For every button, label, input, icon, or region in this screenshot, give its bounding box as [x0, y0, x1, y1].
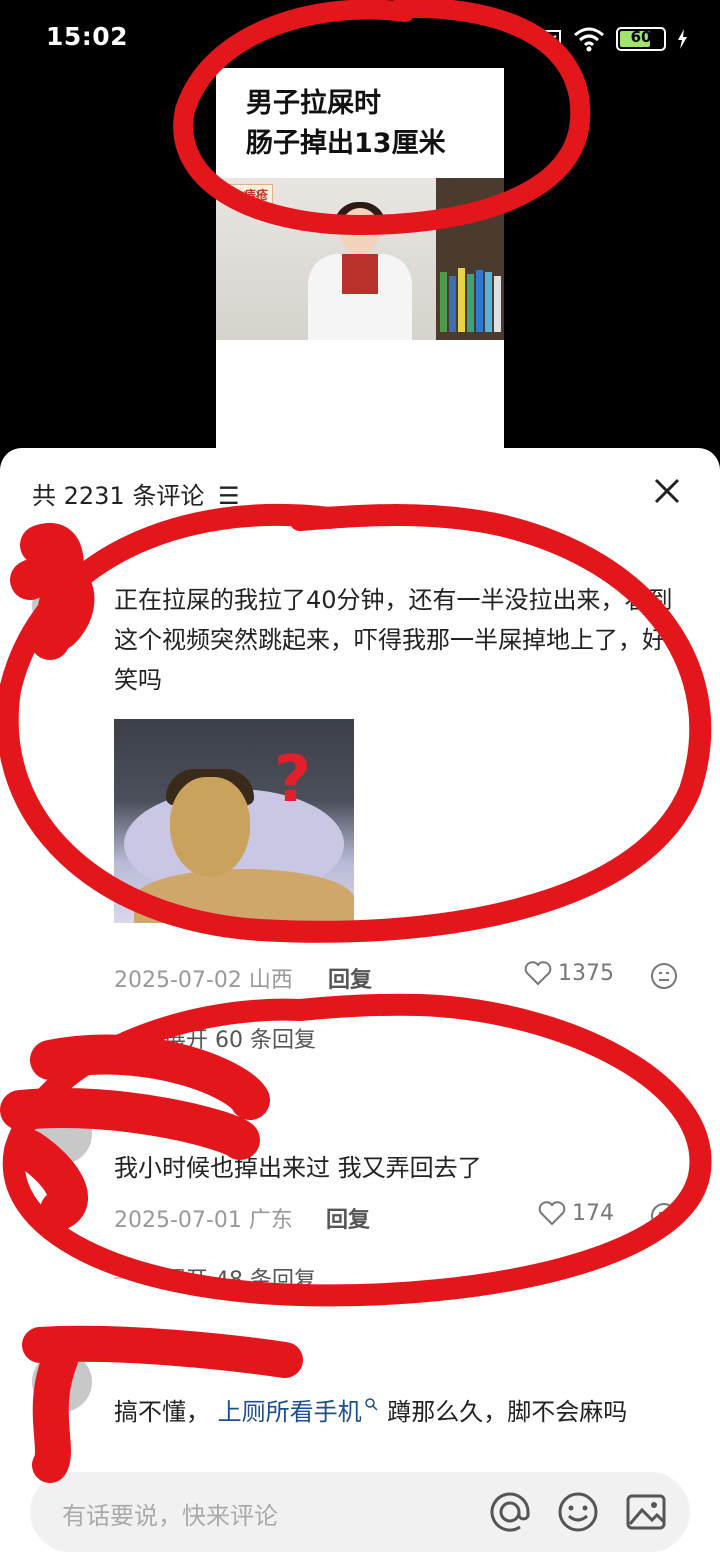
comment-text: 我小时候也掉出来过 我又弄回去了	[114, 1154, 482, 1182]
at-icon[interactable]	[488, 1490, 532, 1534]
comment-date: 2025-07-02	[114, 968, 242, 993]
comment-meta: 2025-07-01 广东	[114, 1202, 293, 1234]
video-title: 男子拉屎时 肠子掉出13厘米	[246, 84, 446, 164]
close-icon[interactable]	[650, 474, 684, 508]
comment-text: 搞不懂， 上厕所看手机 蹲那么久，脚不会麻吗	[114, 1392, 684, 1432]
screen-record-icon	[541, 30, 561, 48]
video-thumbnail[interactable]: 1.痔疮	[216, 178, 504, 340]
presenter	[340, 208, 380, 254]
comment-text-before: 搞不懂，	[114, 1398, 210, 1426]
bookshelf	[436, 178, 504, 340]
comment-meta: 2025-07-02 山西	[114, 962, 293, 994]
like-button[interactable]: 1375	[524, 960, 614, 986]
heart-icon	[538, 1201, 566, 1226]
expand-replies[interactable]: 展开 48 条回复	[114, 1262, 316, 1294]
comment-date: 2025-07-01	[114, 1208, 242, 1233]
emoji-icon[interactable]	[556, 1490, 600, 1534]
heart-icon	[524, 961, 552, 986]
image-icon[interactable]	[624, 1490, 668, 1534]
expand-label: 展开 60 条回复	[164, 1028, 316, 1053]
reply-button[interactable]: 回复	[326, 1202, 370, 1234]
comment-location: 广东	[248, 1208, 293, 1233]
video-title-line1: 男子拉屎时	[246, 88, 381, 119]
wifi-icon	[574, 27, 604, 52]
battery-level: 60	[630, 28, 652, 46]
comment-count: 共 2231 条评论 ☰	[32, 476, 240, 511]
search-link-label: 上厕所看手机	[217, 1398, 362, 1426]
comment-count-label: 共 2231 条评论	[32, 482, 205, 510]
charging-icon	[678, 29, 687, 49]
sort-icon[interactable]: ☰	[218, 482, 240, 510]
status-time: 15:02	[46, 22, 129, 51]
battery-icon: 60	[616, 27, 666, 51]
comment-text-after: 蹲那么久，脚不会麻吗	[387, 1398, 628, 1426]
comment-image[interactable]: ?	[114, 719, 354, 923]
comment-input[interactable]: 有话要说，快来评论	[62, 1496, 278, 1531]
emoji-icon[interactable]	[650, 1202, 678, 1230]
thumb-tag: 1.痔疮	[226, 184, 273, 205]
search-link[interactable]: 上厕所看手机	[218, 1398, 388, 1426]
like-count: 1375	[558, 960, 614, 986]
expand-replies[interactable]: 展开 60 条回复	[114, 1022, 316, 1054]
avatar[interactable]	[32, 1104, 92, 1164]
comment-sheet: 共 2231 条评论 ☰ 正在拉屎的我拉了40分钟，还有一半没拉出来，看到这个视…	[0, 448, 720, 1560]
like-count: 174	[572, 1200, 614, 1226]
avatar[interactable]	[32, 1352, 92, 1412]
comment-input-bar[interactable]: 有话要说，快来评论	[30, 1472, 690, 1552]
video-card[interactable]: 男子拉屎时 肠子掉出13厘米 1.痔疮	[216, 68, 504, 448]
avatar[interactable]	[32, 576, 92, 636]
video-title-line2: 肠子掉出13厘米	[246, 128, 446, 159]
reply-button[interactable]: 回复	[328, 962, 372, 994]
expand-label: 展开 48 条回复	[164, 1268, 316, 1293]
comment-location: 山西	[248, 968, 293, 993]
comment-text: 正在拉屎的我拉了40分钟，还有一半没拉出来，看到这个视频突然跳起来，吓得我那一半…	[114, 586, 673, 694]
like-button[interactable]: 174	[538, 1200, 614, 1226]
search-icon	[364, 1398, 378, 1411]
status-icons: 60	[540, 26, 688, 52]
emoji-icon[interactable]	[650, 962, 678, 990]
